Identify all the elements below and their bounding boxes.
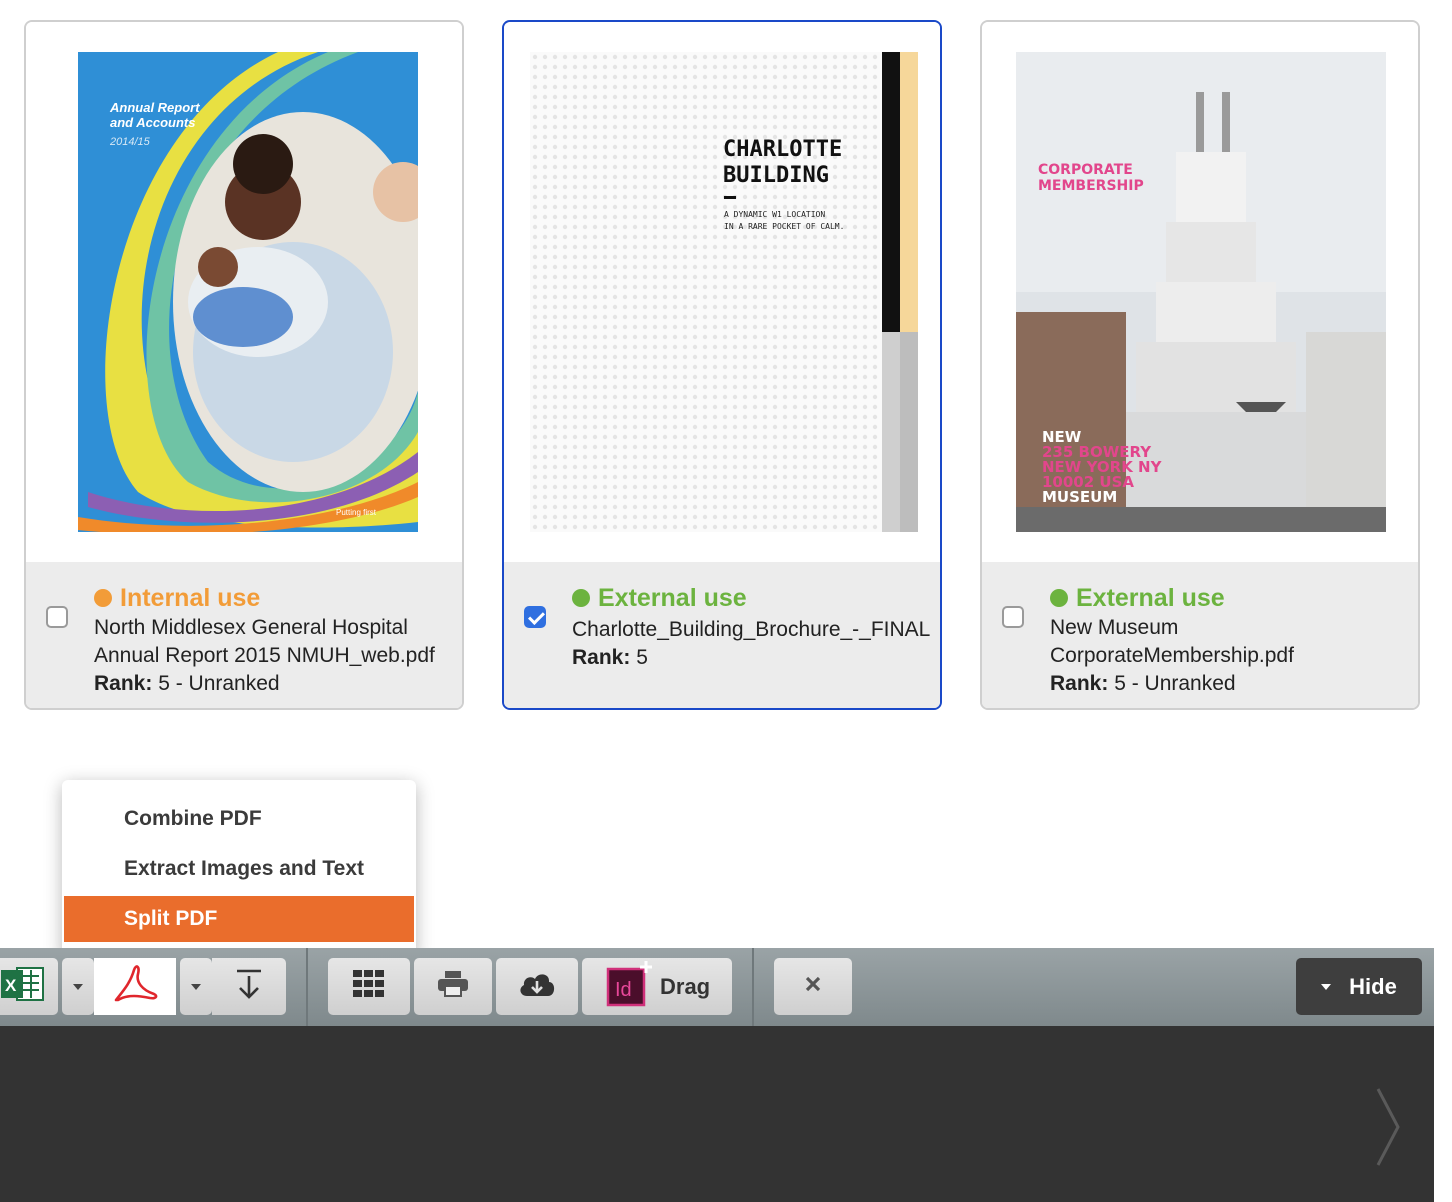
thumb-title-line2: MEMBERSHIP xyxy=(1038,178,1144,194)
bottom-toolbar: X Id Drag Hide xyxy=(0,948,1434,1026)
svg-text:Id: Id xyxy=(615,979,632,1001)
thumbnail-area: CORPORATE MEMBERSHIP NEW 235 BOWERY NEW … xyxy=(982,22,1418,562)
thumbnail-area: CHARLOTTE BUILDING A DYNAMIC W1 LOCATION… xyxy=(504,22,940,562)
rank-value: 5 xyxy=(636,646,648,669)
thumb-block-line5: MUSEUM xyxy=(1042,488,1117,506)
asset-card-1[interactable]: Annual Report and Accounts 2014/15 Putti… xyxy=(24,20,464,710)
rank-label: Rank: xyxy=(1050,672,1109,695)
pdf-tools-button[interactable] xyxy=(94,958,176,1015)
excel-icon: X xyxy=(1,966,45,1007)
asset-card-2[interactable]: CHARLOTTE BUILDING A DYNAMIC W1 LOCATION… xyxy=(502,20,942,710)
asset-card-3[interactable]: CORPORATE MEMBERSHIP NEW 235 BOWERY NEW … xyxy=(980,20,1420,710)
printer-icon xyxy=(438,971,468,1002)
thumb-sub-line2: IN A RARE POCKET OF CALM. xyxy=(724,222,844,231)
thumb-title-line1: Annual Report xyxy=(109,100,200,115)
cloud-download-icon xyxy=(518,970,556,1003)
cloud-download-button[interactable] xyxy=(496,958,578,1015)
next-arrow-icon[interactable] xyxy=(1372,1085,1406,1174)
chevron-down-icon xyxy=(73,983,83,990)
thumb-title-line1: CHARLOTTE xyxy=(723,137,842,162)
clear-selection-button[interactable] xyxy=(774,958,852,1015)
svg-text:X: X xyxy=(5,976,17,995)
preview-panel xyxy=(0,1026,1434,1202)
rank-line: Rank: 5 xyxy=(572,644,940,672)
excel-export-button[interactable]: X xyxy=(0,958,58,1015)
thumb-title-line3: 2014/15 xyxy=(109,136,151,148)
indesign-icon: Id xyxy=(606,960,652,1007)
thumb-title-line1: CORPORATE xyxy=(1038,162,1133,178)
menu-item-combine-pdf[interactable]: Combine PDF xyxy=(64,796,414,842)
rank-value: 5 - Unranked xyxy=(1114,672,1236,695)
chevron-down-icon xyxy=(1321,983,1332,990)
drag-label: Drag xyxy=(660,973,711,999)
menu-item-extract-images-text[interactable]: Extract Images and Text xyxy=(64,846,414,892)
thumb-footer: Putting first xyxy=(336,508,377,517)
card-info: Internal use North Middlesex General Hos… xyxy=(26,562,462,708)
usage-label: Internal use xyxy=(120,583,261,612)
status-dot-icon xyxy=(94,589,112,607)
toolbar-separator xyxy=(752,948,754,1026)
file-name: Charlotte_Building_Brochure_-_FINAL xyxy=(572,618,931,641)
card-info: External use Charlotte_Building_Brochure… xyxy=(504,562,940,708)
select-checkbox[interactable] xyxy=(524,606,546,628)
hide-toolbar-button[interactable]: Hide xyxy=(1296,958,1422,1015)
select-checkbox[interactable] xyxy=(1002,606,1024,628)
usage-label: External use xyxy=(1076,583,1225,612)
cover-thumbnail[interactable]: Annual Report and Accounts 2014/15 Putti… xyxy=(78,52,418,532)
select-checkbox[interactable] xyxy=(46,606,68,628)
rank-line: Rank: 5 - Unranked xyxy=(1050,670,1418,698)
rank-label: Rank: xyxy=(94,672,153,695)
print-button[interactable] xyxy=(414,958,492,1015)
card-info: External use New Museum CorporateMembers… xyxy=(982,562,1418,708)
file-name: New Museum CorporateMembership.pdf xyxy=(1050,616,1294,667)
status-dot-icon xyxy=(1050,589,1068,607)
thumb-title-line2: and Accounts xyxy=(110,115,195,130)
pdf-options-dropdown[interactable] xyxy=(180,958,212,1015)
cover-thumbnail[interactable]: CHARLOTTE BUILDING A DYNAMIC W1 LOCATION… xyxy=(530,52,918,532)
excel-options-dropdown[interactable] xyxy=(62,958,94,1015)
toolbar-separator xyxy=(306,948,308,1026)
grid-view-button[interactable] xyxy=(328,958,410,1015)
pdf-actions-menu: Combine PDF Extract Images and Text Spli… xyxy=(62,780,416,958)
status-dot-icon xyxy=(572,589,590,607)
rank-line: Rank: 5 - Unranked xyxy=(94,670,462,698)
grid-icon xyxy=(353,970,385,1003)
thumbnail-area: Annual Report and Accounts 2014/15 Putti… xyxy=(26,22,462,562)
download-arrow-icon xyxy=(234,968,264,1005)
hide-label: Hide xyxy=(1349,973,1397,999)
menu-item-split-pdf[interactable]: Split PDF xyxy=(64,896,414,942)
thumb-sub-line1: A DYNAMIC W1 LOCATION xyxy=(724,210,825,219)
rank-value: 5 - Unranked xyxy=(158,672,280,695)
usage-label: External use xyxy=(598,583,747,612)
thumb-title-line2: BUILDING xyxy=(723,163,829,188)
download-button[interactable] xyxy=(212,958,286,1015)
cover-thumbnail[interactable]: CORPORATE MEMBERSHIP NEW 235 BOWERY NEW … xyxy=(1016,52,1386,532)
file-name: North Middlesex General Hospital Annual … xyxy=(94,616,435,667)
acrobat-pdf-icon xyxy=(112,964,158,1009)
chevron-down-icon xyxy=(191,983,201,990)
rank-label: Rank: xyxy=(572,646,631,669)
close-icon xyxy=(805,976,821,997)
indesign-drag-button[interactable]: Id Drag xyxy=(582,958,732,1015)
